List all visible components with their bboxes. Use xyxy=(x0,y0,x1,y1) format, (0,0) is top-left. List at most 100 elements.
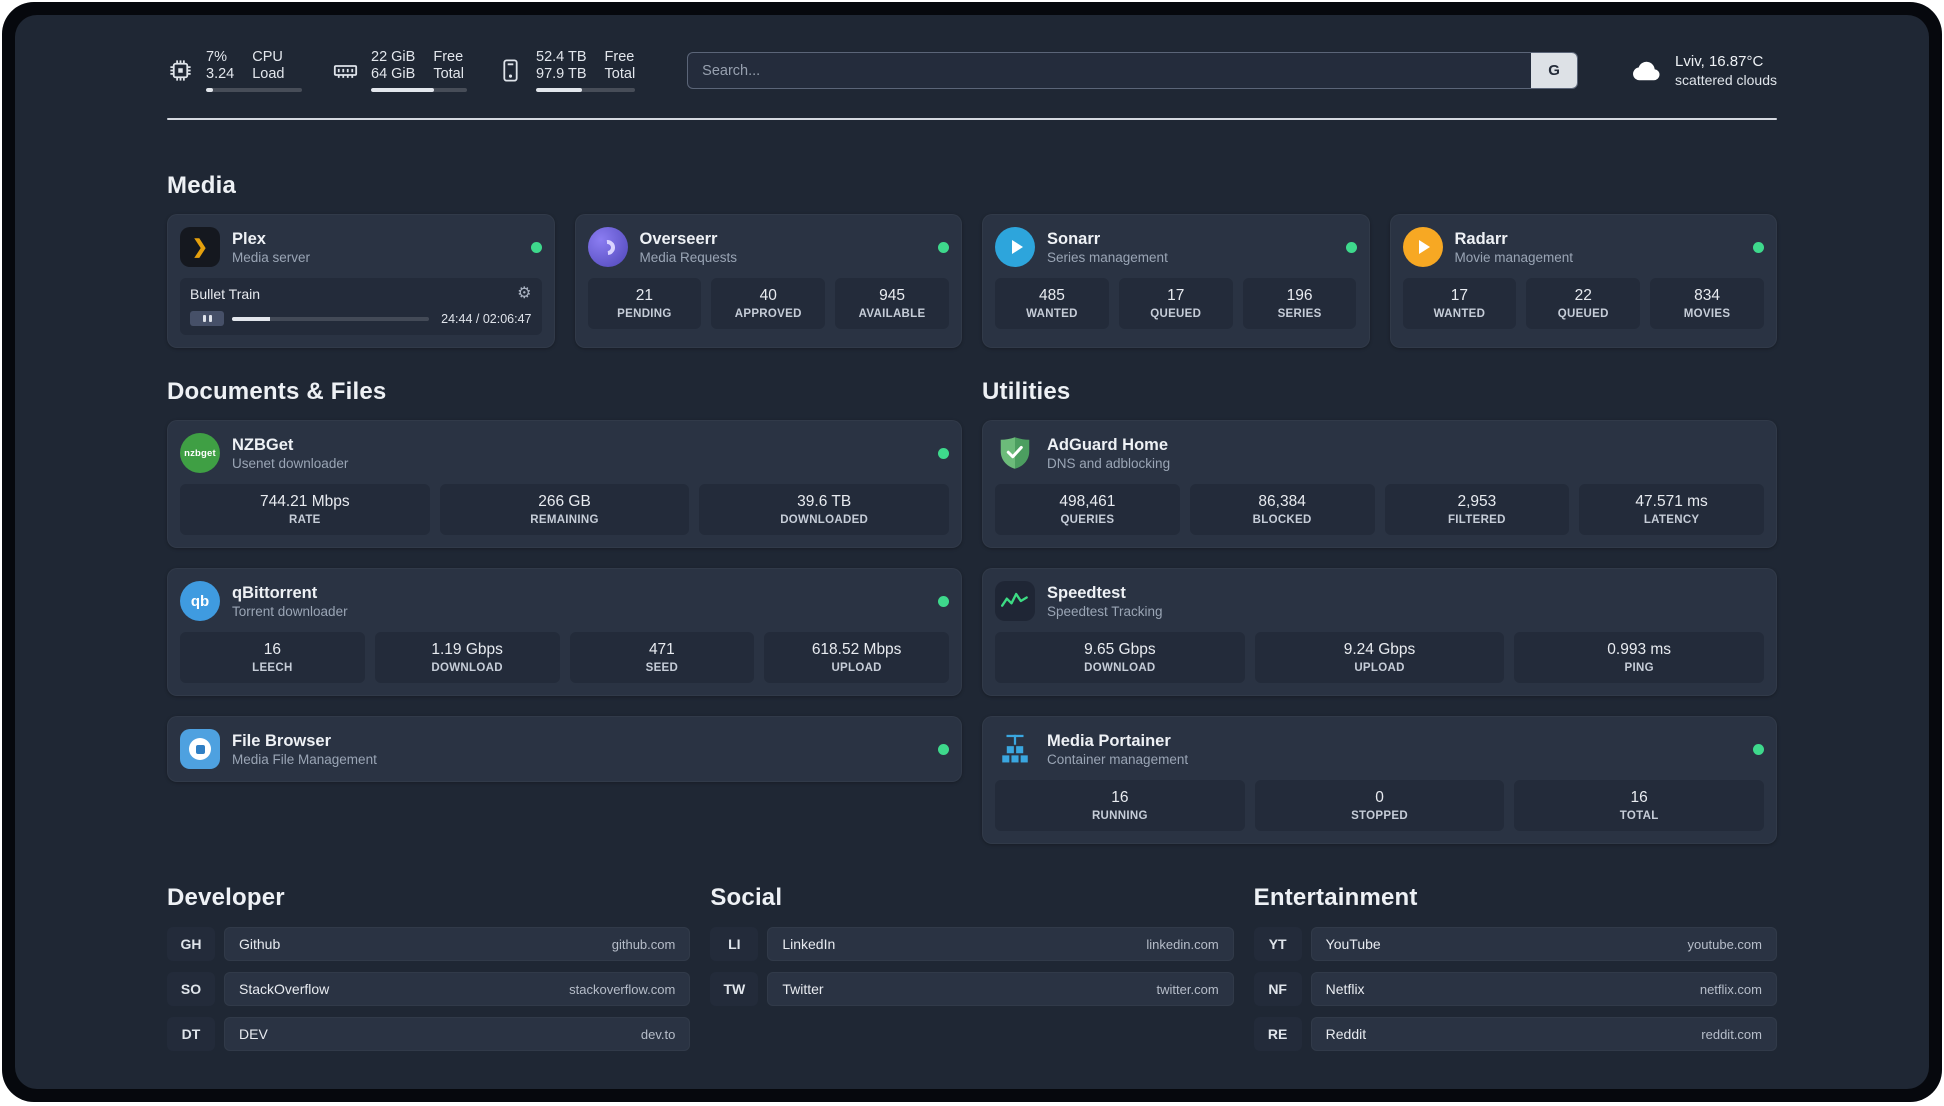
bookmark-abbr: YT xyxy=(1253,927,1302,961)
disk-labels: Free Total xyxy=(605,49,636,83)
stat-box: 39.6 TB DOWNLOADED xyxy=(699,484,950,535)
search-input[interactable] xyxy=(687,52,1579,89)
now-playing-title: Bullet Train xyxy=(190,286,261,302)
search-engine-button[interactable]: G xyxy=(1531,53,1578,88)
bookmark-abbr: SO xyxy=(167,972,215,1006)
weather-condition: scattered clouds xyxy=(1675,72,1777,88)
cpu-percent: 7% xyxy=(206,49,227,65)
bookmark-youtube[interactable]: YT YouTube youtube.com xyxy=(1253,927,1777,961)
service-subtitle: Container management xyxy=(1047,751,1189,767)
adguard-card[interactable]: AdGuard Home DNS and adblocking 498,461 Q… xyxy=(982,420,1777,548)
sonarr-icon xyxy=(995,227,1035,267)
overseerr-icon xyxy=(587,227,628,267)
radarr-icon xyxy=(1402,227,1443,267)
window-frame: 7% 3.24 CPU Load 22 GiB 64 GiB Free Tota… xyxy=(2,2,1942,1102)
disk-progress-fill xyxy=(536,88,582,92)
bookmark-url: linkedin.com xyxy=(1146,936,1219,952)
status-dot xyxy=(1753,241,1764,253)
stat-box: 86,384 BLOCKED xyxy=(1189,484,1375,535)
plex-now-playing-widget: Bullet Train ⚙ 24:44 / 02:06:47 xyxy=(180,278,542,335)
service-title: Media Portainer xyxy=(1047,731,1171,750)
nzbget-card[interactable]: nzbget NZBGet Usenet downloader 744.21 M… xyxy=(167,420,962,548)
bookmark-abbr: RE xyxy=(1253,1017,1302,1051)
dashboard-screen: 7% 3.24 CPU Load 22 GiB 64 GiB Free Tota… xyxy=(15,15,1929,1089)
bookmark-name: Reddit xyxy=(1325,1026,1367,1042)
stat-box: 17 WANTED xyxy=(1402,278,1517,329)
cloud-icon xyxy=(1633,61,1660,80)
media-grid: ❯ Plex Media server Bullet Train ⚙ 24:44… xyxy=(167,214,1777,348)
stat-box: 16 TOTAL xyxy=(1514,780,1765,831)
disk-label-top: Free xyxy=(604,49,635,65)
speedtest-card[interactable]: Speedtest Speedtest Tracking 9.65 Gbps DO… xyxy=(982,568,1777,696)
service-subtitle: Media File Management xyxy=(232,751,377,767)
disk-values: 52.4 TB 97.9 TB xyxy=(536,49,587,83)
service-subtitle: Usenet downloader xyxy=(232,455,349,471)
bookmark-linkedin[interactable]: LI LinkedIn linkedin.com xyxy=(710,927,1234,961)
status-dot xyxy=(938,595,949,607)
bookmark-netflix[interactable]: NF Netflix netflix.com xyxy=(1253,972,1777,1006)
memory-widget: 22 GiB 64 GiB Free Total xyxy=(332,49,467,92)
stat-box: 40 APPROVED xyxy=(711,278,826,329)
service-subtitle: Torrent downloader xyxy=(232,603,348,619)
memory-label-bottom: Total xyxy=(433,66,464,82)
playback-progress-track[interactable] xyxy=(232,316,430,321)
stat-box: 16 LEECH xyxy=(180,632,365,683)
bookmark-dev[interactable]: DT DEV dev.to xyxy=(167,1017,691,1051)
service-title: Radarr xyxy=(1454,229,1508,248)
overseerr-card[interactable]: Overseerr Media Requests 21 PENDING 40 APP… xyxy=(574,214,962,348)
cpu-progress-track xyxy=(206,88,302,92)
cpu-labels: CPU Load xyxy=(252,49,284,83)
bookmark-stackoverflow[interactable]: SO StackOverflow stackoverflow.com xyxy=(167,972,691,1006)
filebrowser-card[interactable]: File Browser Media File Management xyxy=(167,716,962,782)
disk-label-bottom: Total xyxy=(604,66,636,82)
settings-gear-icon[interactable]: ⚙ xyxy=(517,286,531,302)
memory-label-top: Free xyxy=(433,49,464,65)
documents-column: Documents & Files nzbget NZBGet Usenet d… xyxy=(167,378,962,782)
status-dot xyxy=(530,241,542,253)
bookmark-url: stackoverflow.com xyxy=(569,981,676,997)
bookmark-url: reddit.com xyxy=(1701,1026,1762,1042)
cpu-progress-fill xyxy=(206,88,213,92)
bookmark-reddit[interactable]: RE Reddit reddit.com xyxy=(1253,1017,1777,1051)
stat-box: 485 WANTED xyxy=(995,278,1109,329)
bookmark-group-social: Social LI LinkedIn linkedin.com TW Twitt… xyxy=(710,884,1234,1051)
disk-widget: 52.4 TB 97.9 TB Free Total xyxy=(497,49,636,92)
radarr-card[interactable]: Radarr Movie management 17 WANTED 22 QUEUE… xyxy=(1389,214,1777,348)
stat-box: 266 GB REMAINING xyxy=(439,484,690,535)
cpu-label-top: CPU xyxy=(252,49,283,65)
qbittorrent-card[interactable]: qb qBittorrent Torrent downloader 16 LEEC… xyxy=(167,568,962,696)
memory-icon xyxy=(333,65,358,78)
service-title: File Browser xyxy=(232,731,332,750)
section-heading-documents: Documents & Files xyxy=(167,378,387,405)
adguard-shield-icon xyxy=(995,433,1035,473)
plex-card[interactable]: ❯ Plex Media server Bullet Train ⚙ 24:44… xyxy=(167,214,555,348)
bookmark-name: YouTube xyxy=(1325,936,1381,952)
pause-icon[interactable] xyxy=(190,311,224,326)
portainer-card[interactable]: Media Portainer Container management 16 R… xyxy=(982,716,1777,844)
stat-box: 17 QUEUED xyxy=(1118,278,1233,329)
service-title: Sonarr xyxy=(1047,229,1101,248)
stat-box: 47.571 ms LATENCY xyxy=(1579,484,1764,535)
stat-box: 2,953 FILTERED xyxy=(1384,484,1570,535)
cpu-chip-icon xyxy=(170,60,191,81)
stat-box: 498,461 QUERIES xyxy=(995,484,1180,535)
disk-icon xyxy=(503,59,518,82)
service-title: Plex xyxy=(232,229,266,248)
bookmarks: Developer GH Github github.com SO StackO… xyxy=(167,884,1777,1051)
status-dot xyxy=(938,447,949,459)
memory-progress-fill xyxy=(371,88,435,92)
bookmark-url: netflix.com xyxy=(1699,981,1762,997)
status-dot xyxy=(938,241,949,253)
bookmark-twitter[interactable]: TW Twitter twitter.com xyxy=(710,972,1234,1006)
sonarr-card[interactable]: Sonarr Series management 485 WANTED 17 QUE… xyxy=(982,214,1370,348)
memory-total: 64 GiB xyxy=(371,66,416,82)
portainer-crane-icon xyxy=(995,729,1035,769)
service-title: AdGuard Home xyxy=(1047,435,1169,454)
bookmark-name: DEV xyxy=(239,1026,268,1042)
bookmark-group-developer: Developer GH Github github.com SO StackO… xyxy=(167,884,691,1051)
service-subtitle: Speedtest Tracking xyxy=(1047,603,1163,619)
bookmark-abbr: NF xyxy=(1253,972,1302,1006)
disk-progress-track xyxy=(536,88,636,92)
topbar: 7% 3.24 CPU Load 22 GiB 64 GiB Free Tota… xyxy=(167,49,1777,92)
bookmark-github[interactable]: GH Github github.com xyxy=(167,927,691,961)
